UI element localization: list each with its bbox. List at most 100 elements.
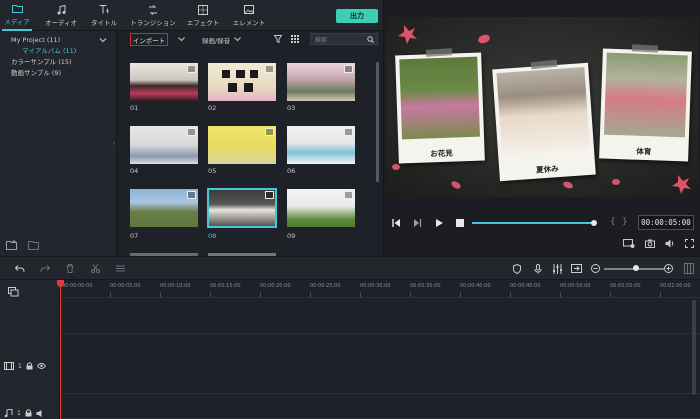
ruler-tick — [110, 292, 111, 297]
playback-scrubber[interactable] — [591, 220, 597, 226]
redo-icon[interactable] — [40, 265, 50, 273]
media-thumbnail[interactable] — [287, 63, 355, 101]
shield-marker-icon[interactable] — [513, 264, 521, 274]
project-item-label: マイアルバム (11) — [22, 46, 77, 55]
ruler-tick — [160, 292, 161, 297]
chevron-down-icon[interactable] — [99, 37, 107, 43]
audio-track-lane[interactable] — [60, 394, 700, 419]
remove-folder-icon[interactable] — [28, 240, 40, 250]
mark-in-icon[interactable]: { — [610, 217, 616, 227]
add-track-icon[interactable] — [8, 287, 19, 297]
image-type-icon — [187, 128, 196, 136]
search-placeholder: 検索 — [315, 36, 328, 44]
image-type-icon — [187, 191, 196, 199]
polaroid-photo-1: お花見 — [395, 52, 485, 164]
tab-effects[interactable]: エフェクト — [187, 0, 219, 31]
ruler-label: 00:00:30:00 — [360, 283, 391, 289]
track-headers: 1 1 — [0, 280, 60, 419]
media-scrollbar[interactable] — [376, 62, 379, 182]
adjust-icon[interactable] — [116, 264, 125, 273]
tab-media-label: メディア — [4, 17, 30, 26]
tab-title[interactable]: タイトル — [90, 0, 118, 31]
project-item-my-album[interactable]: マイアルバム (11) — [0, 44, 117, 55]
cut-icon[interactable] — [91, 264, 100, 273]
photo-caption: 体育 — [636, 146, 652, 157]
thumbnail-label: 09 — [287, 232, 296, 240]
delete-icon[interactable] — [66, 264, 74, 273]
zoom-out-icon[interactable] — [591, 264, 600, 273]
preview-panel: お花見 夏休み 体育 { } 00:00:05:00 — [383, 0, 700, 256]
element-image-icon — [243, 5, 255, 15]
filter-icon[interactable] — [274, 35, 282, 43]
tab-transition[interactable]: トランジション — [130, 0, 176, 31]
ruler-label: 00:00:35:00 — [410, 283, 441, 289]
title-text-icon — [98, 5, 110, 15]
media-thumbnail[interactable] — [130, 63, 198, 101]
polaroid-photo-2: 夏休み — [492, 62, 596, 182]
media-thumbnail[interactable] — [130, 126, 198, 164]
search-icon[interactable] — [367, 36, 374, 43]
volume-icon[interactable] — [665, 239, 675, 248]
import-dropdown-icon[interactable] — [178, 37, 185, 42]
media-thumbnail[interactable] — [130, 189, 198, 227]
eye-visibility-icon[interactable] — [36, 363, 46, 369]
screen-record-icon[interactable] — [571, 264, 582, 273]
timeline-zoom-knob[interactable] — [633, 265, 639, 271]
media-library: インポート 録画/録音 検索 01 02 03 04 05 06 07 08 0… — [117, 31, 383, 256]
previous-frame-icon[interactable] — [392, 219, 401, 227]
snapshot-camera-icon[interactable] — [645, 239, 655, 248]
media-thumbnail-selected[interactable] — [207, 188, 277, 228]
timeline-menu-icon[interactable] — [684, 263, 694, 274]
fullscreen-icon[interactable] — [685, 239, 694, 248]
image-type-icon — [344, 191, 353, 199]
media-thumbnail[interactable] — [208, 126, 276, 164]
mark-out-icon[interactable]: } — [622, 217, 628, 227]
empty-track-area[interactable] — [60, 298, 700, 334]
zoom-in-icon[interactable] — [664, 264, 673, 273]
tab-elements[interactable]: エレメント — [232, 0, 266, 31]
tab-media[interactable]: メディア — [2, 0, 32, 31]
tab-audio[interactable]: オーディオ — [44, 0, 78, 31]
playback-progress-bar[interactable] — [472, 222, 594, 224]
image-type-icon — [187, 65, 196, 73]
record-select[interactable]: 録画/録音 — [202, 33, 242, 46]
import-button[interactable]: インポート — [130, 33, 168, 46]
video-track-lane[interactable] — [60, 334, 700, 394]
audio-mixer-icon[interactable] — [553, 264, 562, 274]
ruler-label: 00:00:55:00 — [610, 283, 641, 289]
speaker-icon[interactable] — [36, 409, 45, 417]
playhead-line[interactable] — [60, 280, 61, 419]
ruler-tick — [510, 292, 511, 297]
search-input[interactable]: 検索 — [310, 33, 378, 45]
timeline-ruler[interactable]: 00:00:00:00 00:00:05:00 00:00:10:00 00:0… — [60, 280, 700, 298]
timeline-scrollbar[interactable] — [692, 300, 696, 395]
audio-track-number: 1 — [17, 409, 21, 417]
ruler-label: 00:00:20:00 — [260, 283, 291, 289]
microphone-icon[interactable] — [534, 264, 542, 274]
lock-icon[interactable] — [25, 409, 32, 417]
render-preview-icon[interactable] — [623, 239, 635, 248]
next-frame-icon[interactable] — [413, 219, 422, 227]
ruler-label: 00:00:40:00 — [460, 283, 491, 289]
new-folder-icon[interactable] — [6, 240, 18, 250]
current-timecode: 00:00:05:00 — [638, 215, 694, 230]
ruler-tick — [660, 292, 661, 297]
grid-view-icon[interactable] — [291, 35, 299, 43]
project-item-video-sample[interactable]: 動画サンプル (9) — [0, 66, 117, 77]
ruler-tick — [210, 292, 211, 297]
stop-icon[interactable] — [456, 219, 464, 227]
play-icon[interactable] — [435, 219, 443, 227]
export-button[interactable]: 出力 — [336, 9, 378, 23]
chevron-down-icon — [234, 37, 242, 42]
video-track-number: 1 — [18, 362, 22, 370]
folder-icon — [11, 4, 23, 14]
ruler-label: 00:00:05:00 — [110, 283, 141, 289]
image-type-icon — [344, 128, 353, 136]
media-thumbnail[interactable] — [287, 126, 355, 164]
project-item-color-sample[interactable]: カラーサンプル (15) — [0, 55, 117, 66]
project-library-panel: My Project (11) マイアルバム (11) カラーサンプル (15)… — [0, 31, 117, 256]
media-thumbnail[interactable] — [208, 63, 276, 101]
lock-icon[interactable] — [26, 362, 33, 370]
undo-icon[interactable] — [15, 265, 25, 273]
media-thumbnail[interactable] — [287, 189, 355, 227]
